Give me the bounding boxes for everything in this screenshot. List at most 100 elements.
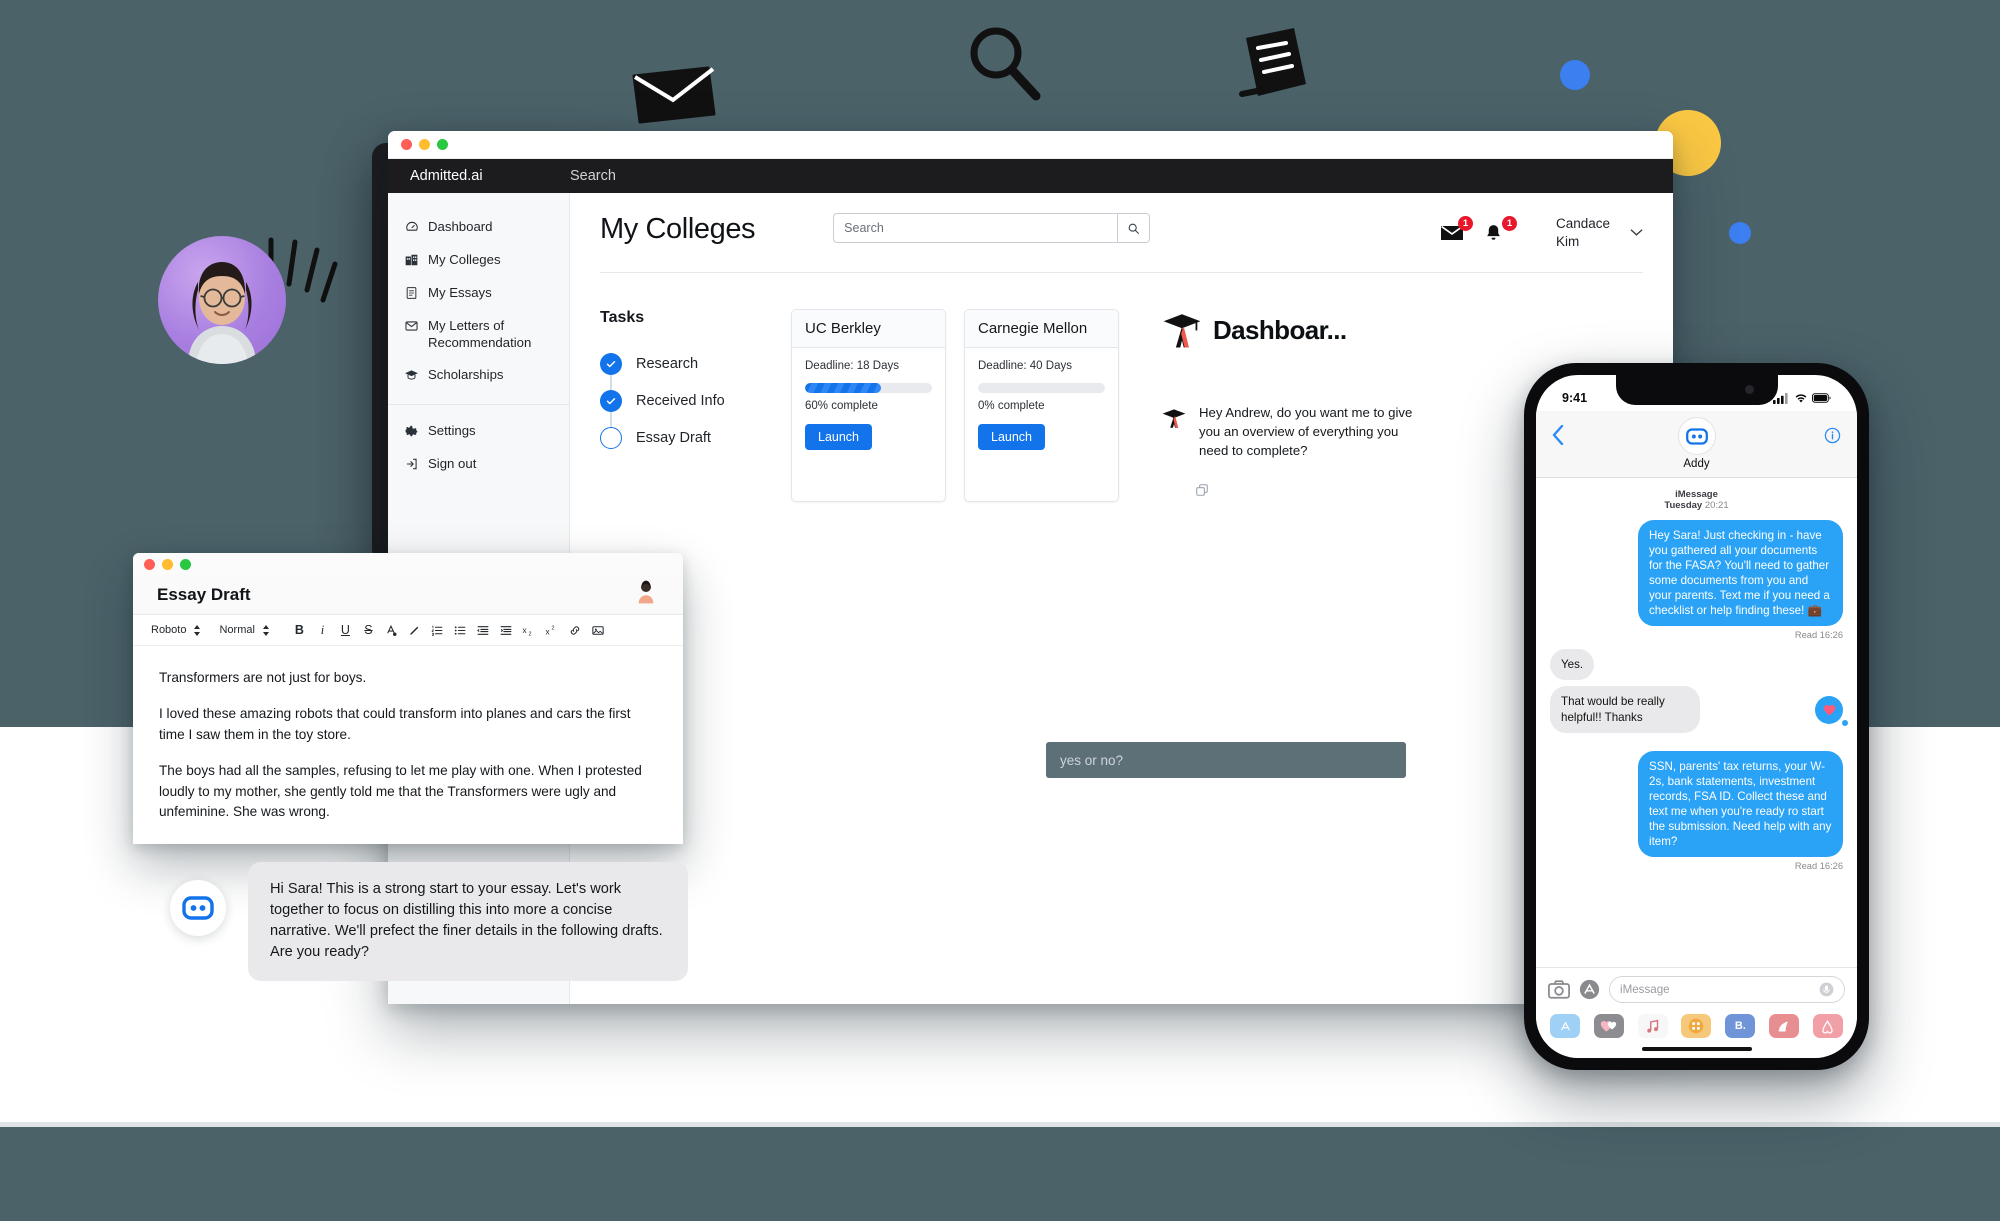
tasks-panel: Tasks Research Received Info Essay Draft [600,309,775,501]
message-row: Yes. [1550,649,1843,681]
close-button[interactable] [144,558,155,570]
progress-bar [978,383,1105,394]
launch-button[interactable]: Launch [978,424,1046,451]
highlight-icon [410,626,419,635]
chevron-left-icon [1552,424,1564,446]
sidebar-item-my-colleges[interactable]: My Colleges [388,244,569,277]
launch-button[interactable]: Launch [805,424,873,451]
progress-label: 60% complete [805,400,878,413]
ordered-list-button[interactable] [426,624,449,637]
task-empty-icon [600,426,622,449]
underline-button[interactable]: U [334,623,357,637]
college-card: Carnegie Mellon Deadline: 40 Days 0% com… [964,309,1119,502]
status-indicators [1773,392,1831,404]
sidebar-divider [388,404,569,406]
info-icon [1824,427,1841,444]
text-color-button[interactable] [380,624,403,637]
dots-icon[interactable] [1681,1014,1712,1038]
window-controls[interactable] [401,139,448,150]
sidebar-item-settings[interactable]: Settings [388,415,569,448]
messages-button[interactable]: 1 [1440,215,1473,244]
link-button[interactable] [564,624,587,637]
decorative-dot-blue-1 [1560,60,1590,90]
heart-icon [1823,705,1835,716]
svg-text:2: 2 [529,631,532,637]
task-item[interactable]: Received Info [600,382,775,433]
app-store-icon[interactable] [1550,1014,1580,1038]
main-content: My Colleges Search 1 1 Candace Kim Tasks… [570,193,1673,1004]
essay-draft-window: Essay Draft Roboto Normal B i U S x 2 x … [133,553,683,844]
scholarships-icon [404,367,419,382]
topbar-search-label[interactable]: Search [570,168,616,184]
essay-body[interactable]: Transformers are not just for boys. I lo… [133,646,683,822]
sidebar-item-dashboard[interactable]: Dashboard [388,211,569,244]
minimize-button[interactable] [162,558,173,570]
robot-icon [1685,427,1708,445]
maximize-button[interactable] [180,558,191,570]
italic-button[interactable]: i [311,623,334,638]
strikethrough-button[interactable]: S [357,623,380,637]
notifications-badge: 1 [1502,215,1517,231]
music-icon[interactable] [1637,1014,1668,1038]
stepper-icon [262,624,269,636]
bullet-list-button[interactable] [449,624,472,637]
app-store-icon[interactable] [1579,979,1600,1000]
text-style-select[interactable]: Normal [219,624,269,637]
contact-avatar[interactable] [1677,417,1716,455]
bold-button[interactable]: B [288,623,311,637]
sidebar-item-letters-of-recommendation[interactable]: My Letters of Recommendation [388,310,569,360]
document-doodle-icon [1239,28,1306,97]
college-deadline: Deadline: 18 Days [805,360,899,373]
essay-avatar[interactable] [633,579,659,605]
read-receipt: Read 16:26 [1794,630,1843,641]
copy-button[interactable] [1195,483,1421,502]
task-item[interactable]: Research [600,345,775,396]
college-deadline: Deadline: 40 Days [978,360,1072,373]
assistant-message: Hey Andrew, do you want me to give you a… [1199,405,1413,459]
outdent-button[interactable] [472,624,495,637]
back-button[interactable] [1552,424,1564,450]
minimize-button[interactable] [419,139,430,150]
college-card: UC Berkley Deadline: 18 Days 60% complet… [791,309,946,502]
dog-icon[interactable] [1769,1014,1800,1038]
subscript-button[interactable]: x2 [518,624,541,637]
task-item[interactable]: Essay Draft [600,419,775,456]
essay-titlebar [133,553,683,575]
font-family-select[interactable]: Roboto [151,624,201,637]
messages-badge: 1 [1458,215,1473,231]
status-bar: 9:41 [1536,375,1857,411]
hearts-icon[interactable] [1593,1014,1624,1038]
heart-reaction-icon[interactable] [1815,696,1848,727]
letters-icon [404,318,419,333]
app-brand[interactable]: Admitted.ai [388,168,570,184]
b-icon[interactable]: B. [1725,1014,1756,1038]
yes-no-input[interactable]: yes or no? [1046,742,1406,778]
microphone-icon[interactable] [1819,982,1834,997]
superscript-button[interactable]: x2 [541,624,564,637]
user-menu[interactable]: Candace Kim [1556,215,1643,250]
image-button[interactable] [587,624,610,637]
imessage-input[interactable]: iMessage [1609,976,1845,1003]
essay-window-controls[interactable] [144,558,191,570]
search-button[interactable] [1118,213,1151,243]
camera-icon[interactable] [1548,980,1570,999]
message-row: Hey Sara! Just checking in - have you ga… [1550,520,1843,627]
notifications-button[interactable]: 1 [1484,215,1517,244]
header-actions: 1 1 Candace Kim [1440,213,1643,250]
message-bubble-outgoing: SSN, parents' tax returns, your W-2s, ba… [1638,750,1843,857]
search-input[interactable]: Search [833,213,1119,243]
sidebar-item-sign-out[interactable]: Sign out [388,448,569,481]
tasks-title: Tasks [600,309,645,327]
status-time: 9:41 [1562,391,1588,405]
airbnb-icon[interactable] [1812,1014,1843,1038]
info-button[interactable] [1824,427,1841,449]
close-button[interactable] [401,139,412,150]
college-name: UC Berkley [792,310,945,349]
sidebar-item-my-essays[interactable]: My Essays [388,277,569,310]
highlight-button[interactable] [403,624,426,637]
stepper-icon [194,624,201,636]
indent-button[interactable] [495,624,518,637]
sidebar-item-scholarships[interactable]: Scholarships [388,359,569,392]
maximize-button[interactable] [437,139,448,150]
outdent-icon [477,625,489,635]
